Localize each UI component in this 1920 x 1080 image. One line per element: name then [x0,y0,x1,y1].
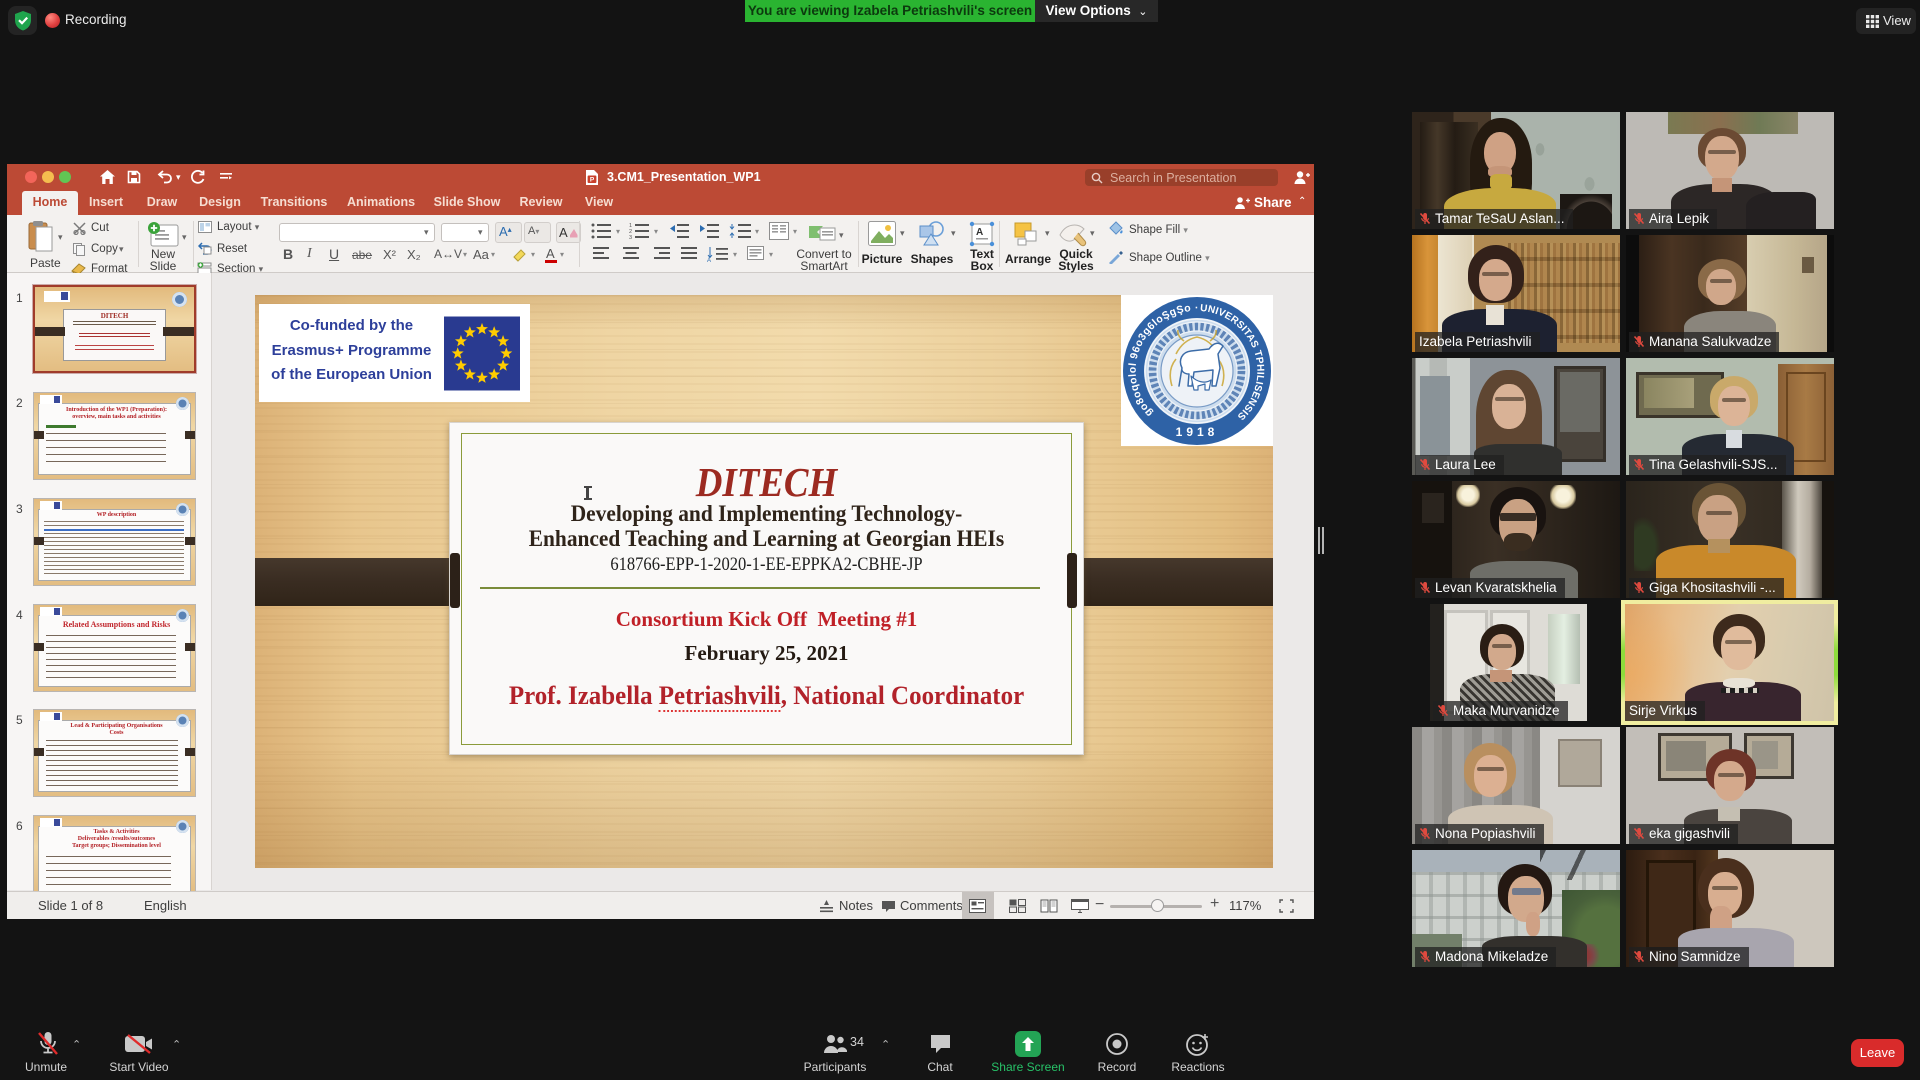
svg-text:A: A [976,227,983,238]
svg-text:A: A [559,225,568,240]
svg-text:3: 3 [629,235,632,240]
svg-text:P: P [590,177,595,184]
svg-text:A: A [707,258,711,262]
